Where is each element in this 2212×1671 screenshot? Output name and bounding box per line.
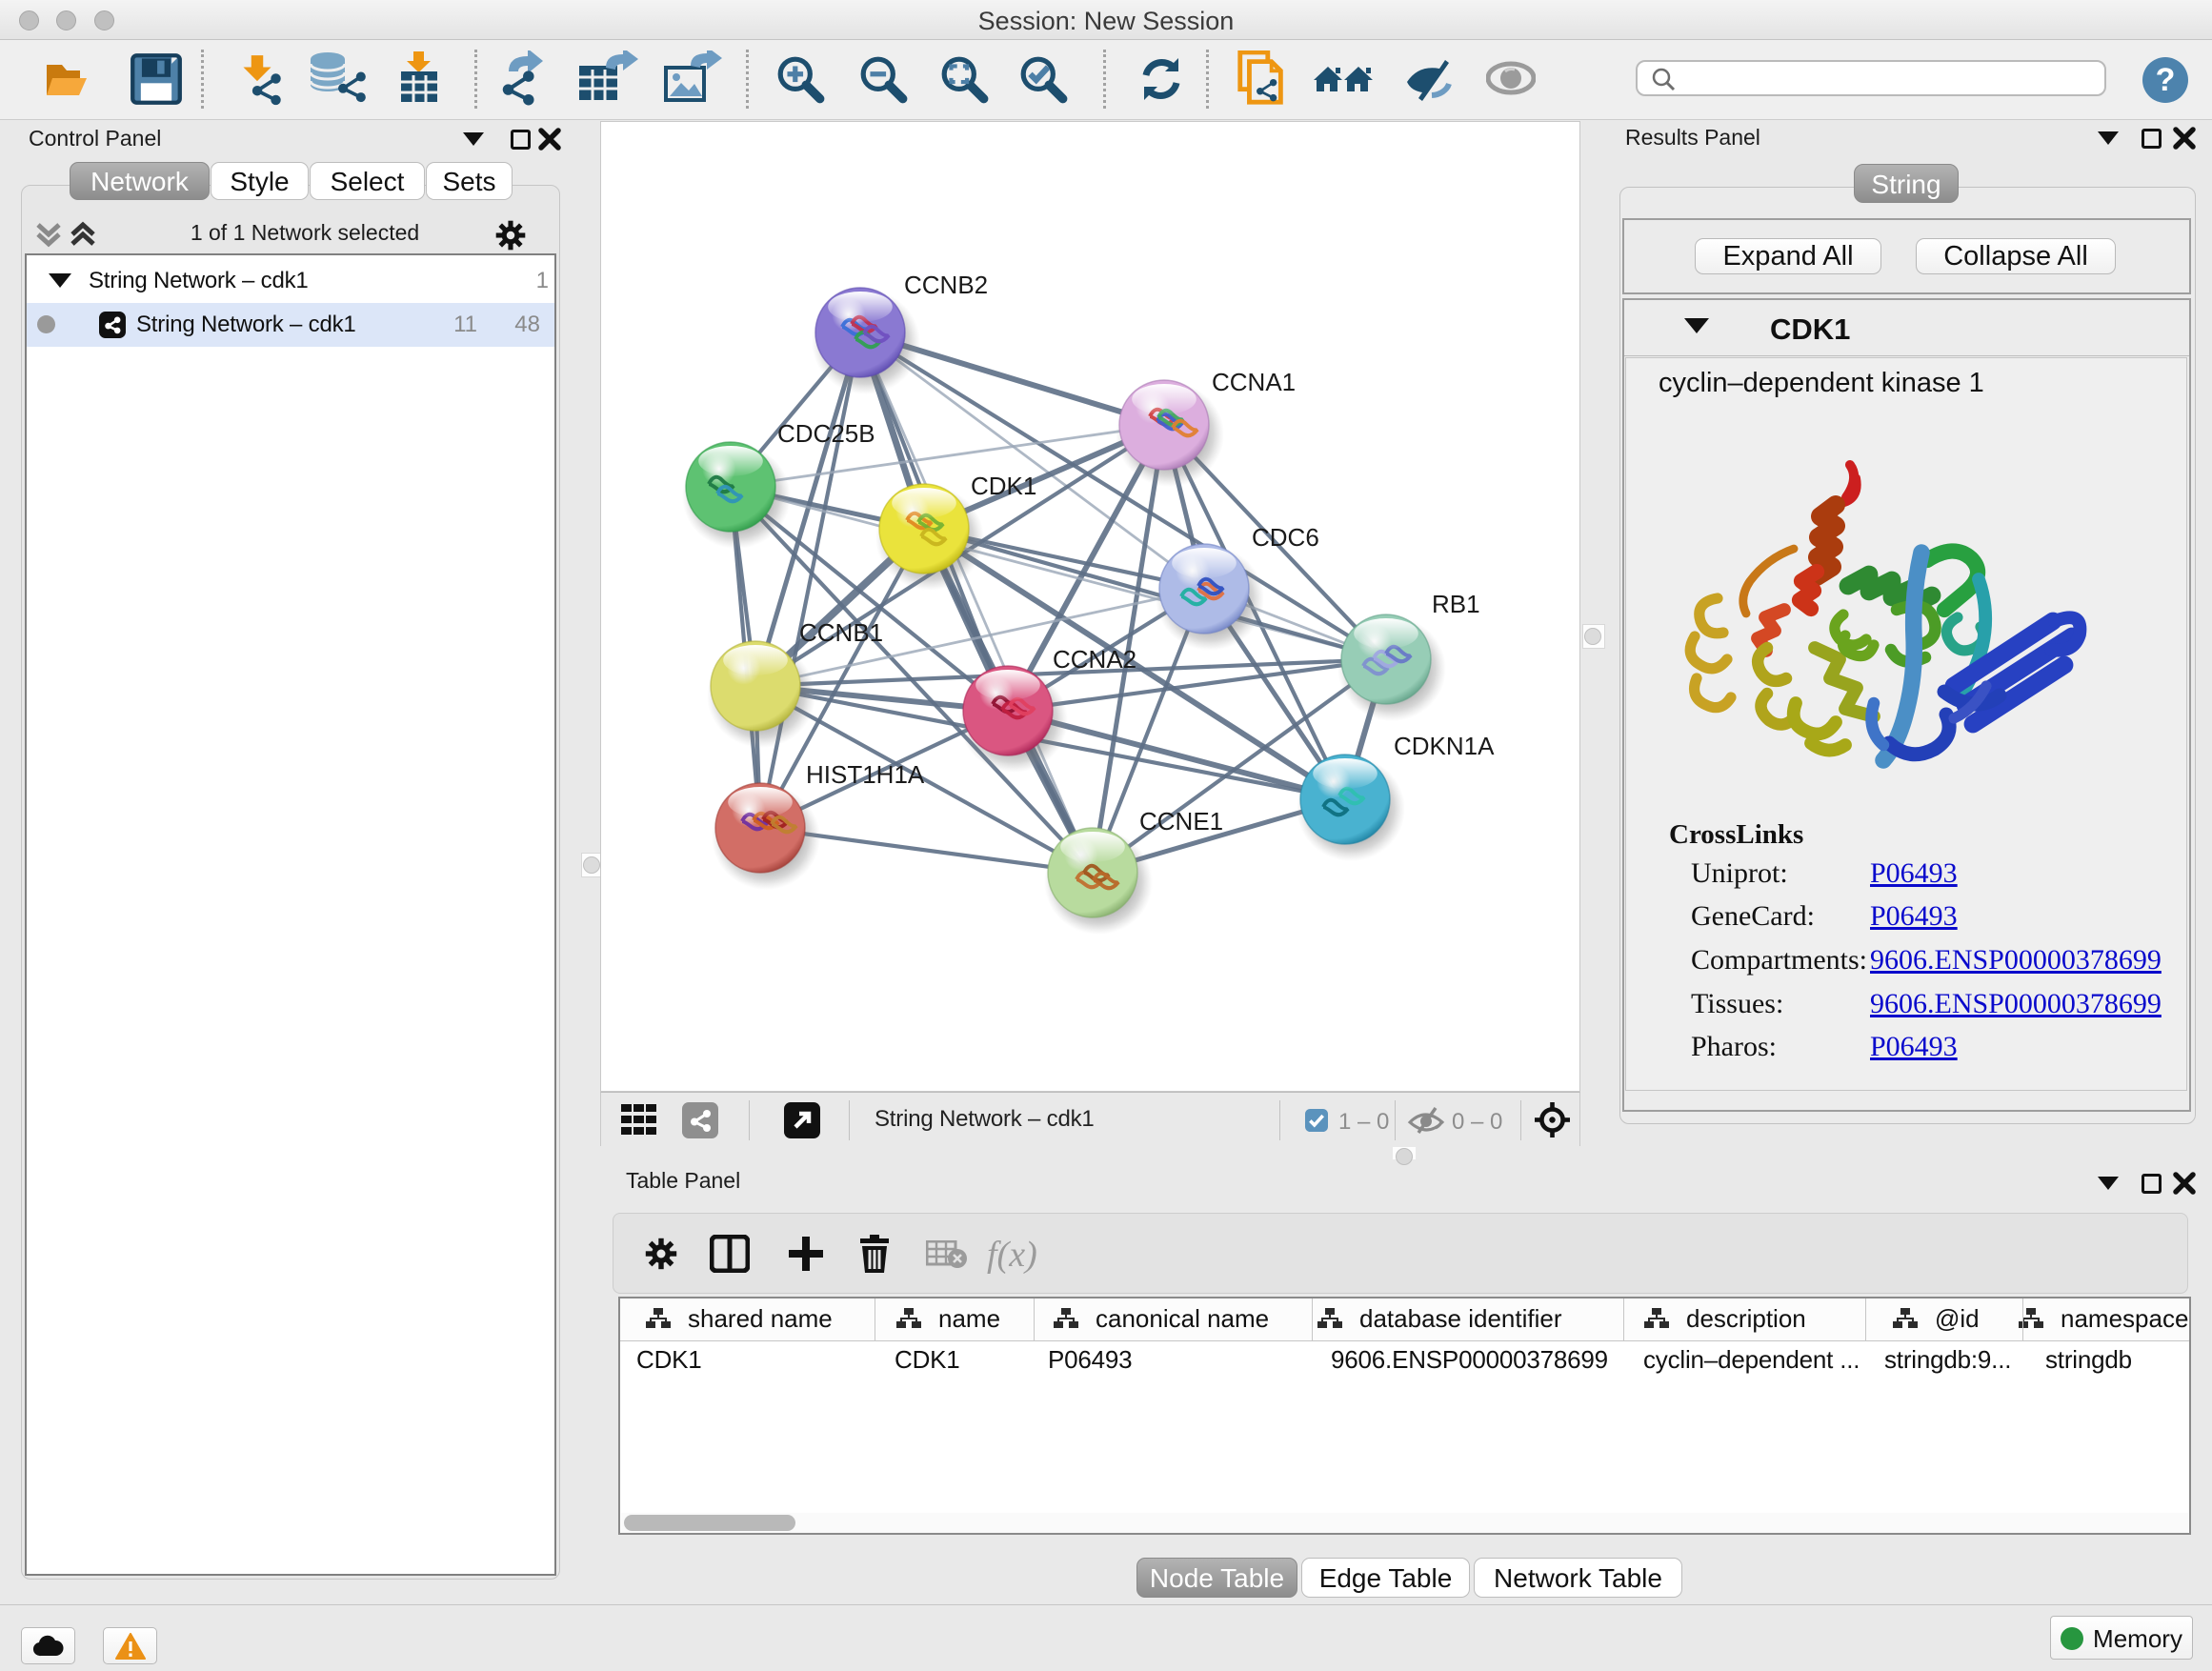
svg-text:CDC25B: CDC25B: [777, 419, 875, 448]
svg-text:CCNA1: CCNA1: [1212, 368, 1296, 396]
svg-text:CDC6: CDC6: [1252, 523, 1319, 552]
svg-text:CCNB2: CCNB2: [904, 271, 988, 299]
svg-text:CDKN1A: CDKN1A: [1394, 732, 1495, 760]
svg-text:CDK1: CDK1: [971, 472, 1036, 500]
svg-text:CCNE1: CCNE1: [1139, 807, 1223, 836]
svg-text:RB1: RB1: [1432, 590, 1480, 618]
svg-text:CCNA2: CCNA2: [1053, 645, 1136, 674]
svg-text:HIST1H1A: HIST1H1A: [806, 760, 925, 789]
svg-text:CCNB1: CCNB1: [799, 618, 883, 647]
